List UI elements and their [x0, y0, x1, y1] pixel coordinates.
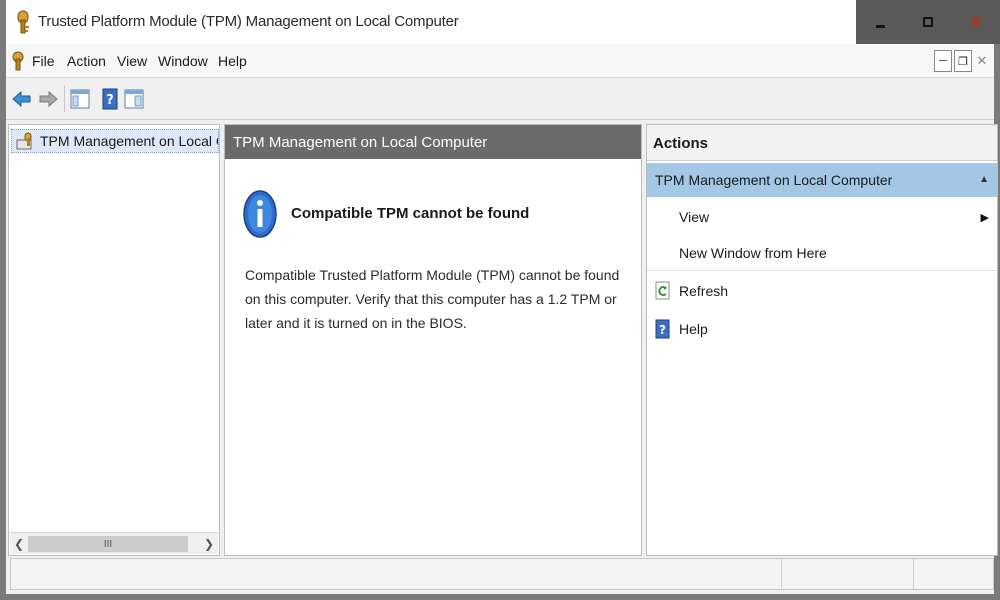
show-hide-action-pane-button[interactable] [122, 86, 146, 112]
console-tree-pane: TPM Management on Local Computer ❮ III ❯ [8, 124, 220, 556]
actions-group-label: TPM Management on Local Computer [655, 172, 893, 188]
mmc-window: Trusted Platform Module (TPM) Management… [0, 0, 1000, 600]
action-refresh[interactable]: Refresh [647, 273, 997, 309]
action-label: Help [679, 321, 708, 337]
mdi-controls: ─ ❐ ✕ [934, 50, 990, 72]
refresh-icon [655, 281, 670, 300]
menu-bar: File Action View Window Help ─ ❐ ✕ [6, 44, 994, 78]
submenu-arrow-icon: ▶ [980, 212, 989, 224]
info-title: Compatible TPM cannot be found [291, 205, 530, 222]
scrollbar-grip: III [103, 538, 113, 550]
minimize-button[interactable] [856, 0, 904, 44]
status-cell [913, 559, 993, 589]
action-view[interactable]: View ▶ [647, 199, 997, 235]
system-menu-icon[interactable] [10, 51, 26, 71]
minimize-icon [875, 24, 885, 28]
chevron-right-icon: ❯ [203, 537, 215, 551]
toolbar: ? [6, 78, 994, 120]
menu-window[interactable]: Window [158, 53, 208, 69]
action-label: Refresh [679, 283, 729, 299]
action-new-window-from-here[interactable]: New Window from Here [647, 235, 997, 271]
mdi-minimize-button[interactable]: ─ [934, 50, 952, 72]
forward-arrow-icon [39, 90, 58, 108]
results-header: TPM Management on Local Computer [225, 125, 641, 159]
action-help[interactable]: ? Help [647, 311, 997, 347]
horizontal-scrollbar[interactable]: ❮ III ❯ [10, 532, 218, 554]
status-bar [10, 558, 994, 590]
menu-view[interactable]: View [117, 53, 147, 69]
help-icon: ? [655, 319, 670, 339]
menu-file[interactable]: File [32, 53, 55, 69]
close-button[interactable]: X [952, 0, 1000, 44]
show-hide-console-tree-icon [70, 89, 90, 109]
menu-action[interactable]: Action [67, 53, 106, 69]
show-hide-action-pane-icon [124, 89, 144, 109]
help-button[interactable]: ? [98, 86, 122, 112]
title-bar[interactable]: Trusted Platform Module (TPM) Management… [6, 0, 1000, 44]
restore-icon: ❐ [958, 55, 968, 68]
info-message: Compatible Trusted Platform Module (TPM)… [245, 267, 620, 331]
forward-button[interactable] [36, 86, 60, 112]
actions-group-tpm-management[interactable]: TPM Management on Local Computer ▲ [647, 163, 997, 197]
scrollbar-thumb[interactable]: III [28, 536, 188, 552]
back-arrow-icon [12, 90, 31, 108]
tree-item-label: TPM Management on Local Computer [40, 133, 218, 149]
chevron-left-icon: ❮ [13, 537, 25, 551]
results-pane: TPM Management on Local Computer Compati… [224, 124, 642, 556]
maximize-icon [923, 17, 933, 27]
actions-pane: Actions TPM Management on Local Computer… [646, 124, 998, 556]
action-label: New Window from Here [679, 245, 827, 261]
scroll-right-button[interactable]: ❯ [201, 535, 217, 553]
window-title: Trusted Platform Module (TPM) Management… [38, 13, 459, 30]
back-button[interactable] [10, 86, 34, 112]
tpm-app-icon [17, 10, 29, 34]
help-icon: ? [102, 88, 118, 110]
tpm-node-icon [16, 132, 32, 150]
close-icon: ✕ [976, 53, 988, 68]
toolbar-separator [64, 86, 65, 112]
svg-text:?: ? [106, 93, 114, 108]
svg-text:?: ? [659, 323, 666, 337]
info-icon [243, 190, 277, 238]
menu-help[interactable]: Help [218, 53, 247, 69]
collapse-up-icon[interactable]: ▲ [979, 174, 989, 185]
maximize-button[interactable] [904, 0, 952, 44]
mdi-restore-button[interactable]: ❐ [954, 50, 972, 72]
minimize-icon: ─ [939, 55, 947, 67]
status-cell [781, 559, 913, 589]
tree-item-tpm-management[interactable]: TPM Management on Local Computer [11, 129, 219, 153]
scroll-left-button[interactable]: ❮ [11, 535, 27, 553]
action-label: View [679, 209, 710, 225]
actions-header: Actions [647, 125, 997, 161]
close-icon: X [970, 13, 981, 31]
show-hide-console-tree-button[interactable] [68, 86, 92, 112]
mdi-close-button[interactable]: ✕ [974, 50, 990, 72]
